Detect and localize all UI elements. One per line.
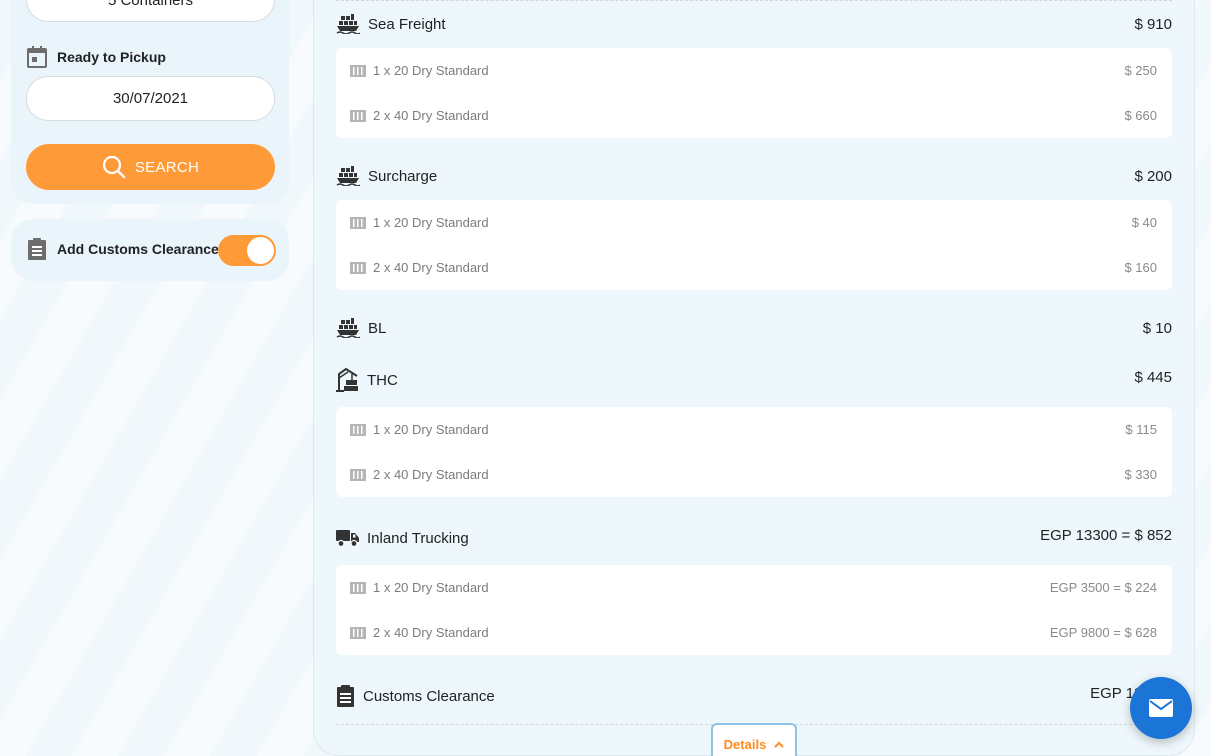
charge-items: 1 x 20 Dry Standard $ 40 2 x 40 Dry Stan… <box>336 200 1172 290</box>
item-amount: $ 660 <box>1124 108 1157 123</box>
item-amount: $ 160 <box>1124 260 1157 275</box>
charge-amount: $ 200 <box>1134 167 1172 185</box>
list-item: 1 x 20 Dry Standard EGP 3500 = $ 224 <box>336 565 1172 610</box>
charge-amount: $ 10 <box>1142 319 1172 337</box>
list-item: 1 x 20 Dry Standard $ 250 <box>336 48 1172 93</box>
customs-row: Add Customs Clearance <box>26 237 219 261</box>
charge-items: 1 x 20 Dry Standard EGP 3500 = $ 224 2 x… <box>336 565 1172 655</box>
list-item: 2 x 40 Dry Standard $ 160 <box>336 245 1172 290</box>
containers-select[interactable]: 5 Containers ▼ <box>26 0 275 22</box>
charge-group-inland-trucking: Inland Trucking EGP 13300 = $ 852 <box>336 524 1172 552</box>
list-item: 1 x 20 Dry Standard $ 115 <box>336 407 1172 452</box>
charge-items: 1 x 20 Dry Standard $ 115 2 x 40 Dry Sta… <box>336 407 1172 497</box>
list-item: 2 x 40 Dry Standard $ 330 <box>336 452 1172 497</box>
charge-label: THC <box>367 371 398 389</box>
pickup-label: Ready to Pickup <box>57 49 166 65</box>
item-label: 2 x 40 Dry Standard <box>373 625 489 640</box>
pickup-date-input[interactable]: 30/07/2021 <box>26 76 275 121</box>
charge-group-thc: THC $ 445 <box>336 366 1172 394</box>
item-amount: EGP 9800 = $ 628 <box>1049 625 1157 640</box>
ship-icon <box>336 166 360 186</box>
containers-select-value: 5 Containers <box>107 0 194 9</box>
ship-icon <box>336 318 360 338</box>
list-item: 1 x 20 Dry Standard $ 40 <box>336 200 1172 245</box>
crane-icon <box>336 368 359 392</box>
toggle-knob <box>247 237 274 264</box>
item-amount: EGP 3500 = $ 224 <box>1049 580 1157 595</box>
contact-message-button[interactable] <box>1130 677 1192 739</box>
pickup-date-value: 30/07/2021 <box>112 90 189 107</box>
calendar-icon <box>26 45 48 69</box>
document-icon <box>26 237 48 261</box>
charge-label: Inland Trucking <box>367 529 469 547</box>
charge-amount: $ 445 <box>1134 368 1172 386</box>
ship-icon <box>336 14 360 34</box>
list-item: 2 x 40 Dry Standard EGP 9800 = $ 628 <box>336 610 1172 655</box>
document-icon <box>336 685 355 707</box>
item-amount: $ 40 <box>1131 215 1157 230</box>
container-icon <box>350 109 366 122</box>
divider <box>336 0 1172 1</box>
list-item: 2 x 40 Dry Standard $ 660 <box>336 93 1172 138</box>
item-amount: $ 115 <box>1125 422 1157 437</box>
item-amount: $ 250 <box>1124 63 1157 78</box>
charge-label: Sea Freight <box>368 15 446 33</box>
charge-label: Customs Clearance <box>363 687 495 705</box>
item-label: 2 x 40 Dry Standard <box>373 260 489 275</box>
search-button[interactable]: SEARCH <box>26 144 275 190</box>
container-icon <box>350 626 366 639</box>
mail-icon <box>1148 698 1174 718</box>
item-label: 2 x 40 Dry Standard <box>373 108 489 123</box>
charge-label: Surcharge <box>368 167 438 185</box>
search-button-label: SEARCH <box>134 158 200 176</box>
truck-icon <box>336 529 359 547</box>
charge-group-surcharge: Surcharge $ 200 <box>336 162 1172 190</box>
charge-group-customs-clearance: Customs Clearance EGP 1204 = <box>336 682 1172 710</box>
item-label: 1 x 20 Dry Standard <box>373 422 489 437</box>
search-icon <box>102 155 126 179</box>
item-label: 2 x 40 Dry Standard <box>373 467 489 482</box>
container-icon <box>350 468 366 481</box>
container-icon <box>350 216 366 229</box>
item-amount: $ 330 <box>1124 467 1157 482</box>
container-icon <box>350 581 366 594</box>
charge-items: 1 x 20 Dry Standard $ 250 2 x 40 Dry Sta… <box>336 48 1172 138</box>
pickup-field-label: Ready to Pickup <box>26 45 166 69</box>
item-label: 1 x 20 Dry Standard <box>373 215 489 230</box>
customs-toggle-label: Add Customs Clearance <box>57 241 219 257</box>
container-icon <box>350 64 366 77</box>
customs-toggle[interactable] <box>218 235 276 266</box>
charge-group-sea-freight: Sea Freight $ 910 <box>336 10 1172 38</box>
details-label: Details <box>723 737 767 752</box>
item-label: 1 x 20 Dry Standard <box>373 63 489 78</box>
charge-amount: $ 910 <box>1134 15 1172 33</box>
chevron-up-icon <box>774 737 785 750</box>
details-toggle-button[interactable]: Details <box>711 723 797 756</box>
item-label: 1 x 20 Dry Standard <box>373 580 489 595</box>
container-icon <box>350 261 366 274</box>
charge-amount: EGP 13300 = $ 852 <box>1040 526 1172 544</box>
charge-group-bl: BL $ 10 <box>336 314 1172 342</box>
container-icon <box>350 423 366 436</box>
charge-label: BL <box>368 319 387 337</box>
